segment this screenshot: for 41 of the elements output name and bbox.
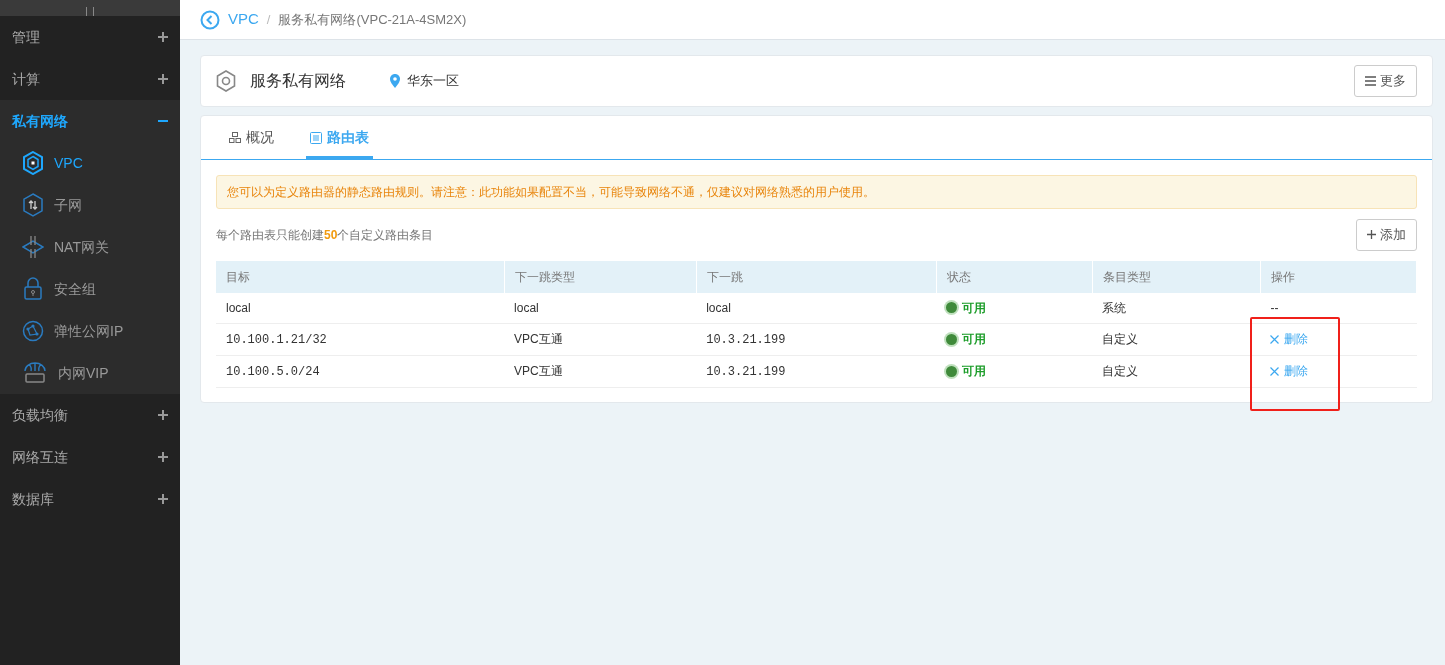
tab[interactable]: 概况 [225, 116, 278, 159]
table-cell: 自定义 [1102, 364, 1139, 378]
sidebar-item[interactable]: 子网 [0, 184, 180, 226]
table-cell: 10.100.5.0/24 [226, 364, 320, 379]
region-label: 华东一区 [407, 72, 459, 91]
column-header: 下一跳 [696, 260, 937, 293]
sidebar-group[interactable]: 私有网络 [0, 100, 180, 142]
status-label: 可用 [946, 362, 1083, 380]
column-header: 状态 [936, 260, 1093, 293]
sidebar-item[interactable]: 内网VIP [0, 352, 180, 394]
table-cell: VPC互通 [514, 332, 563, 346]
status-label: 可用 [946, 298, 1083, 317]
column-header: 操作 [1260, 260, 1417, 293]
network-title: 服务私有网络 [250, 71, 346, 91]
table-cell: 10.100.1.21/32 [226, 332, 327, 347]
breadcrumb-separator: / [266, 10, 271, 29]
table-cell: VPC互通 [514, 364, 563, 378]
column-header: 下一跳类型 [504, 260, 697, 293]
table-cell: 系统 [1102, 300, 1127, 315]
add-button[interactable]: 添加 [1356, 219, 1417, 251]
table-cell: -- [1270, 300, 1279, 315]
breadcrumb-link[interactable]: VPC [228, 8, 259, 31]
table-cell: local [514, 300, 539, 315]
column-header: 目标 [216, 260, 505, 293]
column-header: 条目类型 [1092, 260, 1261, 293]
status-label: 可用 [946, 330, 1083, 348]
limit-note: 每个路由表只能创建50个自定义路由条目 [216, 226, 434, 244]
table-cell: 10.3.21.199 [706, 364, 786, 379]
sidebar-item[interactable]: 安全组 [0, 268, 180, 310]
table-cell: local [226, 300, 251, 315]
sidebar-item[interactable]: VPC [0, 142, 180, 184]
sidebar-item[interactable]: NAT网关 [0, 226, 180, 268]
sidebar-item[interactable]: 弹性公网IP [0, 310, 180, 352]
warning-message: 您可以为定义路由器的静态路由规则。请注意：此功能如果配置不当，可能导致网络不通，仅建议对网络熟悉的用户使用。 [216, 175, 1417, 209]
breadcrumb-current: 服务私有网络(VPC-21A-4SM2X) [278, 10, 467, 29]
more-button[interactable]: 更多 [1354, 65, 1417, 97]
table-cell: 自定义 [1102, 332, 1139, 346]
delete-link[interactable]: 删除 [1270, 332, 1309, 346]
delete-link[interactable]: 删除 [1270, 364, 1309, 378]
table-cell: local [706, 300, 731, 315]
table-cell: 10.3.21.199 [706, 332, 786, 347]
